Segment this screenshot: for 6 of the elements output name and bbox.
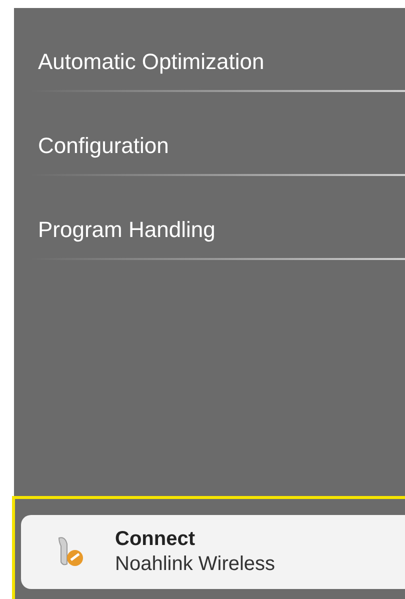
connect-button[interactable]: Connect Noahlink Wireless — [21, 515, 405, 589]
connect-subtitle: Noahlink Wireless — [115, 552, 276, 577]
menu-item[interactable]: Automatic Optimization — [14, 34, 405, 90]
menu-item[interactable]: Configuration — [14, 118, 405, 174]
menu-item[interactable]: Program Handling — [14, 202, 405, 258]
connect-title: Connect — [115, 527, 196, 552]
